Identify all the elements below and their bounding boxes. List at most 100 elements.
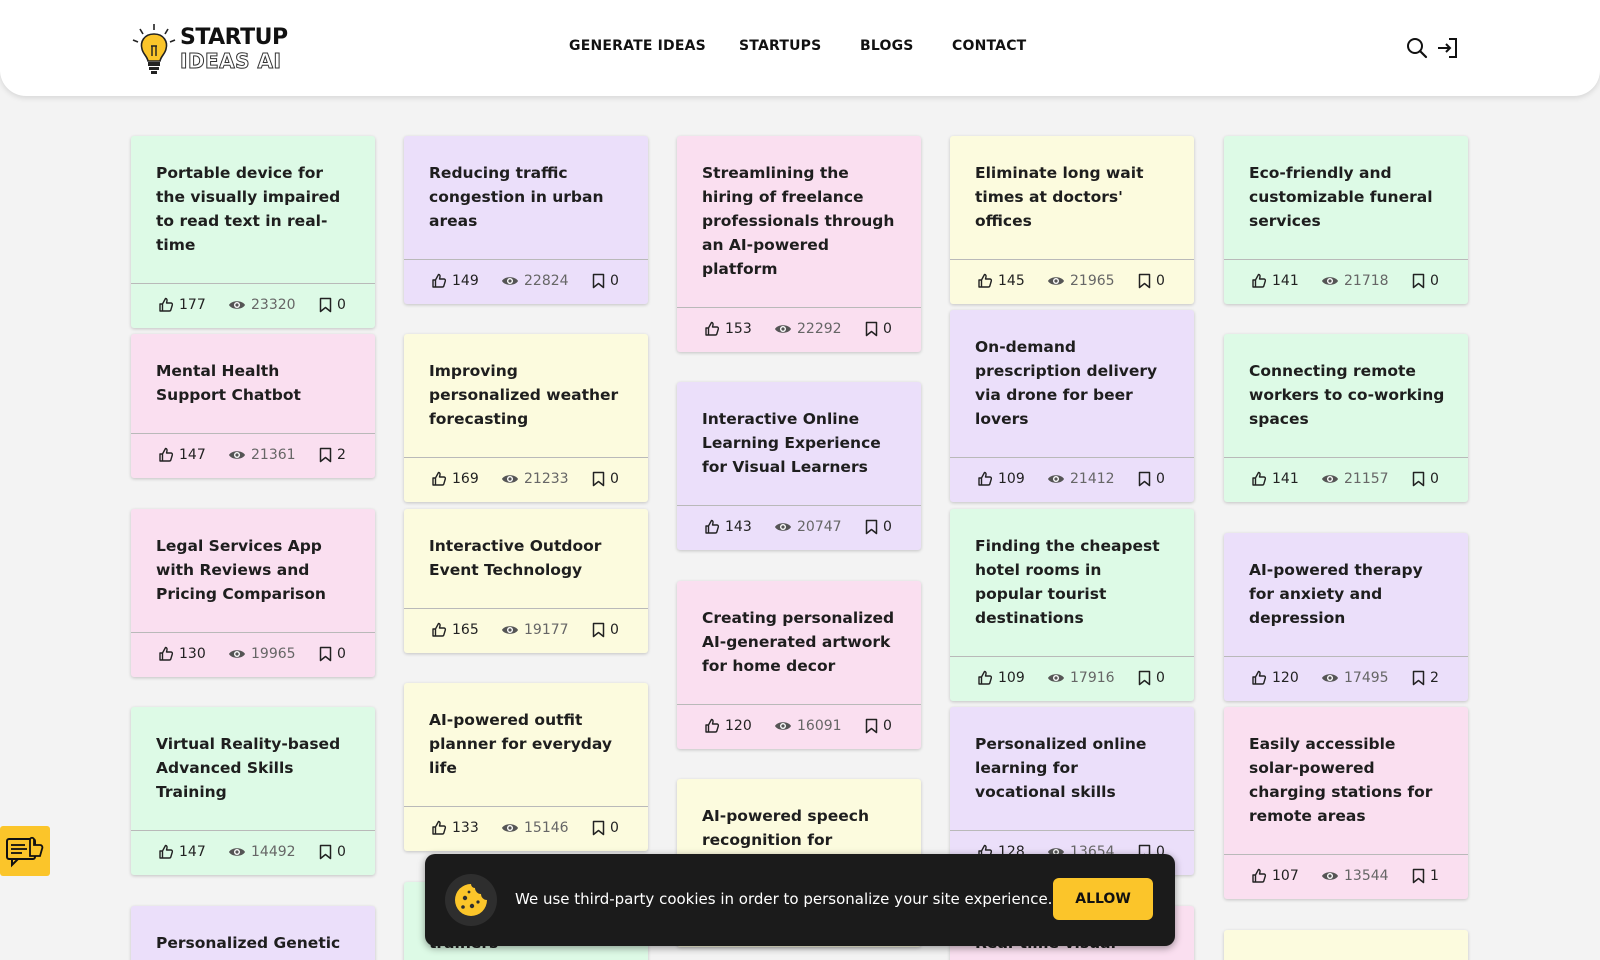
bookmark-button-count: 0	[1156, 273, 1165, 289]
eye-icon	[1321, 274, 1339, 288]
idea-card[interactable]: Finding the cheapest hotel rooms in popu…	[950, 509, 1194, 701]
thumbs-up-icon	[431, 471, 447, 487]
like-button-count: 147	[179, 447, 206, 463]
bookmark-button[interactable]: 0	[1412, 273, 1439, 289]
thumbs-up-icon	[1251, 670, 1267, 686]
idea-card[interactable]: Easily accessible solar-powered charging…	[1224, 707, 1468, 899]
nav-generate-ideas[interactable]: GENERATE IDEAS	[569, 38, 706, 54]
idea-card[interactable]: Reducing traffic congestion in urban are…	[404, 136, 648, 304]
like-button-count: 109	[998, 471, 1025, 487]
allow-cookies-button[interactable]: ALLOW	[1053, 878, 1153, 920]
idea-card[interactable]: Eliminate long wait times at doctors' of…	[950, 136, 1194, 304]
bookmark-button-count: 0	[610, 471, 619, 487]
bookmark-button[interactable]: 0	[319, 844, 346, 860]
eye-icon	[1321, 671, 1339, 685]
bookmark-button[interactable]: 0	[592, 820, 619, 836]
idea-stats: 147 21361 2	[131, 433, 375, 478]
nav-contact[interactable]: CONTACT	[952, 38, 1026, 54]
idea-card[interactable]: Mental Health Support Chatbot 147 21361 2	[131, 334, 375, 478]
like-button[interactable]: 141	[1251, 273, 1299, 289]
like-button[interactable]: 107	[1251, 868, 1299, 884]
nav-blogs[interactable]: BLOGS	[860, 38, 914, 54]
idea-card[interactable]: Connecting remote workers to co-working …	[1224, 334, 1468, 502]
like-button[interactable]: 120	[704, 718, 752, 734]
like-button[interactable]: 133	[431, 820, 479, 836]
like-button[interactable]: 109	[977, 471, 1025, 487]
eye-icon	[774, 322, 792, 336]
eye-icon	[228, 647, 246, 661]
eye-icon	[1321, 869, 1339, 883]
view-count: 17916	[1047, 670, 1115, 686]
view-count: 14492	[228, 844, 296, 860]
idea-title: Legal Services App with Reviews and Pric…	[156, 537, 326, 603]
bookmark-button[interactable]: 2	[1412, 670, 1439, 686]
idea-card[interactable]: Eco-friendly and customizable funeral se…	[1224, 136, 1468, 304]
idea-card[interactable]: Streamlining the hiring of freelance pro…	[677, 136, 921, 352]
login-icon[interactable]	[1436, 36, 1460, 60]
search-icon[interactable]	[1405, 36, 1429, 60]
thumbs-up-icon	[1251, 868, 1267, 884]
bookmark-button[interactable]: 2	[319, 447, 346, 463]
like-button[interactable]: 143	[704, 519, 752, 535]
bookmark-button-count: 0	[337, 297, 346, 313]
thumbs-up-icon	[431, 820, 447, 836]
bookmark-button[interactable]: 0	[1138, 670, 1165, 686]
bookmark-button[interactable]: 0	[319, 297, 346, 313]
thumbs-up-icon	[158, 447, 174, 463]
site-header: STARTUP IDEAS AI GENERATE IDEAS STARTUPS…	[0, 0, 1600, 96]
like-button[interactable]: 109	[977, 670, 1025, 686]
bookmark-button[interactable]: 0	[592, 622, 619, 638]
bookmark-button[interactable]: 0	[865, 718, 892, 734]
idea-card[interactable]: Interactive Online Learning Experience f…	[677, 382, 921, 550]
feedback-button[interactable]	[0, 826, 50, 876]
idea-title: Eco-friendly and customizable funeral se…	[1249, 164, 1433, 230]
bookmark-button[interactable]: 0	[865, 321, 892, 337]
bookmark-button[interactable]: 0	[1412, 471, 1439, 487]
bookmark-button[interactable]: 0	[592, 471, 619, 487]
eye-icon	[774, 719, 792, 733]
bookmark-button[interactable]: 0	[592, 273, 619, 289]
idea-stats: 109 21412 0	[950, 457, 1194, 502]
idea-card[interactable]	[1224, 930, 1468, 960]
bookmark-button-count: 0	[883, 519, 892, 535]
view-count-count: 16091	[797, 718, 842, 734]
like-button[interactable]: 169	[431, 471, 479, 487]
thumbs-up-icon	[158, 646, 174, 662]
view-count: 21718	[1321, 273, 1389, 289]
bookmark-button[interactable]: 0	[319, 646, 346, 662]
idea-stats: 177 23320 0	[131, 283, 375, 328]
view-count-count: 19965	[251, 646, 296, 662]
like-button[interactable]: 145	[977, 273, 1025, 289]
like-button[interactable]: 149	[431, 273, 479, 289]
like-button[interactable]: 147	[158, 447, 206, 463]
idea-card[interactable]: On-demand prescription delivery via dron…	[950, 310, 1194, 502]
bookmark-button[interactable]: 0	[1138, 471, 1165, 487]
idea-card[interactable]: Creating personalized AI-generated artwo…	[677, 581, 921, 749]
idea-card[interactable]: Personalized online learning for vocatio…	[950, 707, 1194, 875]
idea-card[interactable]: Legal Services App with Reviews and Pric…	[131, 509, 375, 677]
view-count-count: 21718	[1344, 273, 1389, 289]
idea-card[interactable]: Personalized Genetic	[131, 906, 375, 960]
idea-card[interactable]: Interactive Outdoor Event Technology 165…	[404, 509, 648, 653]
like-button[interactable]: 153	[704, 321, 752, 337]
view-count: 21965	[1047, 273, 1115, 289]
eye-icon	[501, 274, 519, 288]
nav-startups[interactable]: STARTUPS	[739, 38, 821, 54]
idea-card[interactable]: Virtual Reality-based Advanced Skills Tr…	[131, 707, 375, 875]
idea-stats: 130 19965 0	[131, 632, 375, 677]
idea-card[interactable]: AI-powered outfit planner for everyday l…	[404, 683, 648, 851]
idea-card[interactable]: Portable device for the visually impaire…	[131, 136, 375, 328]
bookmark-button[interactable]: 0	[865, 519, 892, 535]
like-button[interactable]: 147	[158, 844, 206, 860]
thumbs-up-icon	[158, 844, 174, 860]
like-button[interactable]: 120	[1251, 670, 1299, 686]
bookmark-button[interactable]: 0	[1138, 273, 1165, 289]
like-button[interactable]: 130	[158, 646, 206, 662]
like-button[interactable]: 141	[1251, 471, 1299, 487]
idea-card[interactable]: AI-powered therapy for anxiety and depre…	[1224, 533, 1468, 701]
like-button[interactable]: 165	[431, 622, 479, 638]
bookmark-button[interactable]: 1	[1412, 868, 1439, 884]
bookmark-icon	[592, 273, 605, 289]
idea-card[interactable]: Improving personalized weather forecasti…	[404, 334, 648, 502]
like-button[interactable]: 177	[158, 297, 206, 313]
